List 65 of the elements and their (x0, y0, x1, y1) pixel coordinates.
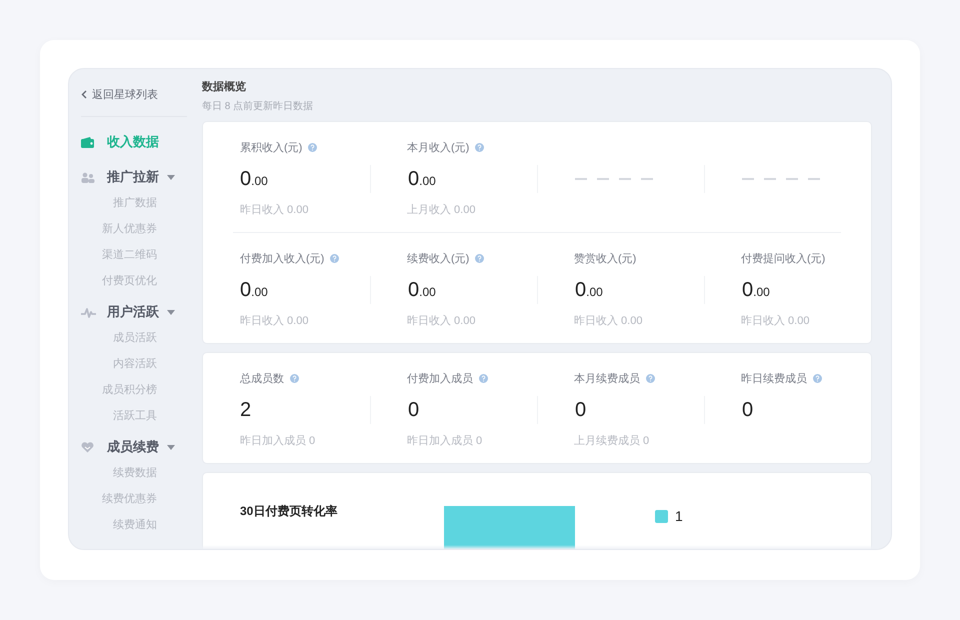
stat-footnote: 上月续费成员 0 (574, 435, 650, 447)
pulse-icon (81, 306, 96, 318)
stat-value: 0 (408, 398, 420, 422)
stat-label: 赞赏收入(元) (574, 252, 636, 266)
help-icon[interactable] (479, 374, 488, 382)
users-icon (81, 172, 95, 182)
help-icon[interactable] (330, 254, 340, 262)
stat-label: 累积收入(元) (240, 140, 302, 154)
nav-item[interactable]: 续费通知 (113, 516, 157, 542)
stat-label: 付费加入成员 (407, 372, 473, 386)
wallet-icon (81, 136, 95, 148)
stat-value: 0.00 (408, 168, 436, 190)
update-note: 每日 8 点前更新昨日数据 (202, 100, 314, 113)
stat-footnote: 昨日收入 0.00 (240, 204, 308, 216)
nav-section[interactable]: 收入数据 (107, 133, 159, 151)
stat-footnote: 昨日收入 0.00 (240, 315, 308, 327)
nav-item[interactable]: 活跃工具 (113, 407, 157, 433)
help-icon[interactable] (813, 374, 822, 382)
help-icon[interactable] (475, 142, 484, 152)
stat-value: 0 (742, 398, 754, 422)
nav-item[interactable]: 续费数据 (113, 464, 157, 490)
stat-label: 续费收入(元) (407, 252, 470, 266)
stat-footnote: 昨日收入 0.00 (741, 315, 810, 327)
stat-value: 0.00 (240, 278, 268, 302)
help-icon[interactable] (308, 142, 318, 152)
stat-footnote: 昨日加入成员 0 (407, 435, 482, 447)
nav-item[interactable]: 新人优惠券 (102, 220, 157, 246)
stat-value: 0.00 (742, 278, 770, 302)
stat-value: 0.00 (408, 278, 436, 302)
chart-title: 30日付费页转化率 (240, 503, 338, 520)
nav-item[interactable]: 续费优惠券 (102, 490, 157, 516)
stat-label: 本月续费成员 (574, 372, 640, 386)
stat-label: 本月收入(元) (407, 140, 470, 154)
heart-icon (81, 442, 94, 452)
caret-down-icon[interactable] (167, 444, 175, 450)
stat-label: 付费提问收入(元) (741, 252, 826, 266)
stat-value: 2 (240, 398, 252, 422)
stat-value: 0.00 (575, 278, 603, 302)
nav-item[interactable]: 成员积分榜 (102, 381, 157, 407)
stat-value: 0.00 (240, 168, 268, 190)
nav-section[interactable]: 成员续费 (107, 438, 159, 456)
stat-footnote: 上月收入 0.00 (407, 204, 476, 216)
legend-label: 1 (675, 508, 683, 524)
back-link[interactable]: 返回星球列表 (81, 87, 187, 117)
stat-footnote: 昨日加入成员 0 (240, 435, 316, 447)
stat-footnote: 昨日收入 0.00 (407, 315, 476, 327)
nav-item[interactable]: 推广数据 (113, 194, 157, 220)
chevron-left-icon (81, 90, 87, 99)
nav-item[interactable]: 付费页优化 (102, 272, 157, 298)
nav-item[interactable]: 成员活跃 (113, 329, 157, 355)
help-icon[interactable] (475, 254, 484, 262)
stat-value: 0 (575, 398, 586, 422)
help-icon[interactable] (646, 374, 655, 382)
stat-label: 总成员数 (240, 372, 284, 386)
help-icon[interactable] (290, 374, 299, 382)
stat-label: 昨日续费成员 (741, 372, 807, 386)
caret-down-icon[interactable] (167, 310, 175, 314)
stat-footnote: 昨日收入 0.00 (574, 315, 642, 327)
nav-item[interactable]: 内容活跃 (113, 355, 157, 381)
nav-section[interactable]: 推广拉新 (107, 168, 159, 186)
section-title: 数据概览 (202, 80, 247, 94)
caret-down-icon[interactable] (167, 174, 175, 180)
nav-item[interactable]: 渠道二维码 (102, 246, 157, 272)
nav-section[interactable]: 用户活跃 (107, 303, 159, 321)
stat-label: 付费加入收入(元) (240, 252, 324, 266)
